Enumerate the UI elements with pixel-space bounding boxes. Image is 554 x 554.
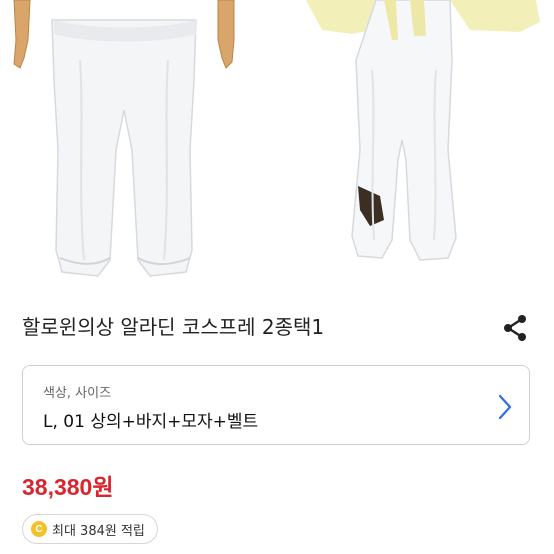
pants-image [13, 0, 235, 277]
option-value: L, 01 상의+바지+모자+벨트 [43, 412, 259, 432]
costume-image [306, 0, 540, 261]
coin-icon: C [31, 521, 47, 537]
product-images [13, 0, 540, 277]
product-title: 할로윈의상 알라딘 코스프레 2종택1 [22, 315, 325, 339]
share-icon [504, 315, 526, 341]
share-button[interactable] [500, 312, 532, 344]
option-label: 색상, 사이즈 [43, 386, 112, 401]
option-selector[interactable]: 색상, 사이즈 L, 01 상의+바지+모자+벨트 [22, 365, 530, 445]
chevron-right-icon [498, 394, 512, 420]
points-badge: C 최대 384원 적립 [22, 514, 158, 544]
price: 38,380원 [22, 474, 114, 500]
points-text: 최대 384원 적립 [52, 523, 145, 539]
product-image-gallery[interactable] [0, 0, 554, 296]
